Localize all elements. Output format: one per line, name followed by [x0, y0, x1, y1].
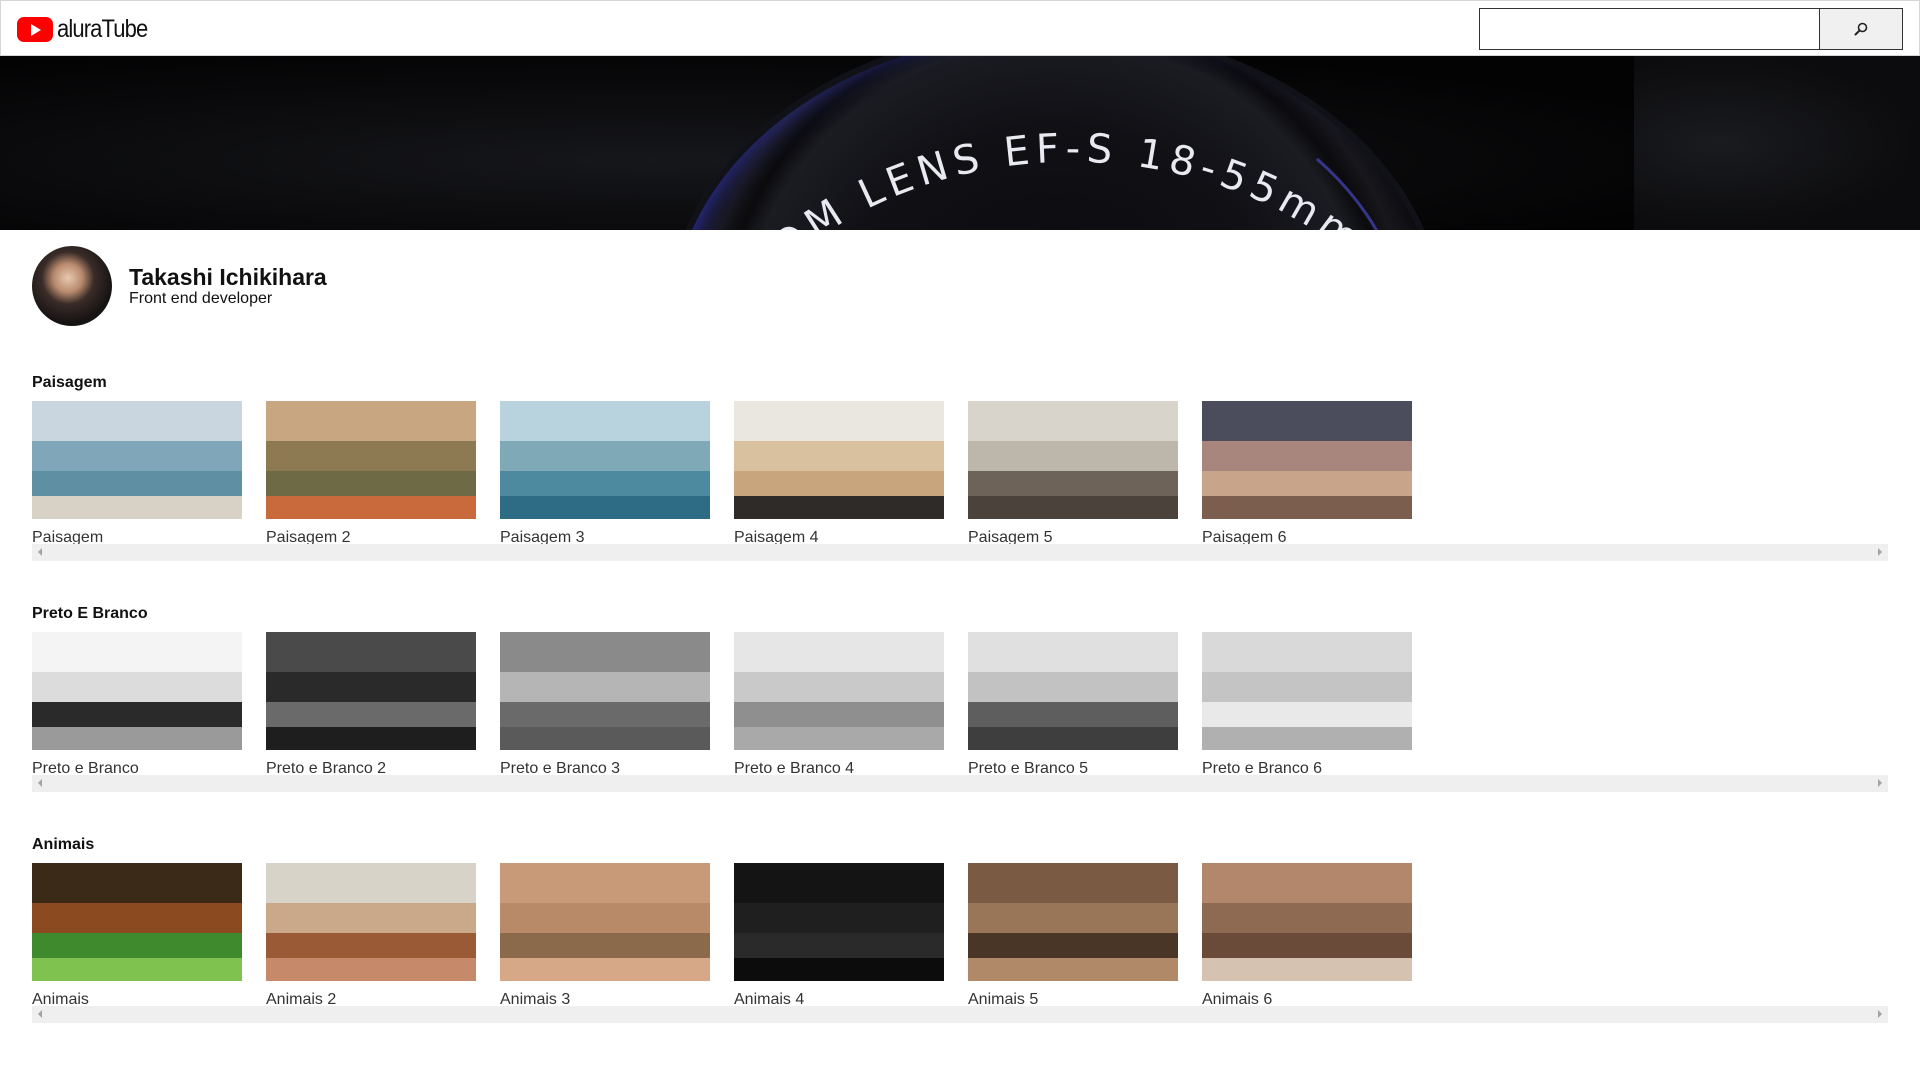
video-thumbnail[interactable]	[1202, 401, 1412, 519]
video-thumbnail[interactable]	[734, 863, 944, 981]
video-thumbnail[interactable]	[968, 401, 1178, 519]
video-card[interactable]: Paisagem 4	[734, 401, 944, 546]
video-card[interactable]: Paisagem 6	[1202, 401, 1412, 546]
scroll-left-icon[interactable]	[38, 548, 42, 556]
video-card[interactable]: Animais 2	[266, 863, 476, 1008]
profile-name: Takashi Ichikihara	[129, 264, 327, 290]
video-thumbnail[interactable]	[1202, 632, 1412, 750]
top-header: aluraTube	[0, 0, 1920, 56]
video-list: Preto e Branco Preto e Branco 2 Preto e …	[32, 632, 1888, 778]
video-thumbnail[interactable]	[266, 863, 476, 981]
video-thumbnail[interactable]	[1202, 863, 1412, 981]
avatar	[32, 246, 112, 326]
search-button[interactable]	[1819, 8, 1903, 50]
search-input[interactable]	[1479, 8, 1819, 50]
video-thumbnail[interactable]	[266, 632, 476, 750]
video-thumbnail[interactable]	[968, 632, 1178, 750]
logo-text: aluraTube	[57, 14, 148, 43]
video-card[interactable]: Animais 4	[734, 863, 944, 1008]
scroll-right-icon[interactable]	[1878, 779, 1882, 787]
video-thumbnail[interactable]	[500, 632, 710, 750]
app-logo[interactable]: aluraTube	[17, 15, 160, 43]
video-card[interactable]: Preto e Branco 6	[1202, 632, 1412, 777]
video-thumbnail[interactable]	[32, 632, 242, 750]
svg-text:ZOOM LENS EF-S 18-55mm 1:3: ZOOM LENS EF-S 18-55mm 1:3	[0, 56, 1389, 230]
horizontal-scrollbar[interactable]	[32, 775, 1888, 792]
search-icon	[1854, 22, 1868, 36]
scroll-left-icon[interactable]	[38, 779, 42, 787]
scroll-right-icon[interactable]	[1878, 548, 1882, 556]
video-card[interactable]: Preto e Branco 2	[266, 632, 476, 777]
horizontal-scrollbar[interactable]	[32, 1006, 1888, 1023]
section-title: Paisagem	[32, 374, 107, 391]
profile-role: Front end developer	[129, 290, 273, 307]
video-thumbnail[interactable]	[734, 401, 944, 519]
section-title: Animais	[32, 836, 95, 853]
video-card[interactable]: Preto e Branco 3	[500, 632, 710, 777]
video-thumbnail[interactable]	[734, 632, 944, 750]
section-title: Preto E Branco	[32, 605, 148, 622]
scroll-left-icon[interactable]	[38, 1010, 42, 1018]
section-paisagem: Paisagem Paisagem Paisagem 2 Paisagem 3 …	[32, 374, 1888, 564]
video-card[interactable]: Paisagem 3	[500, 401, 710, 546]
section-preto-e-branco: Preto E Branco Preto e Branco Preto e Br…	[32, 605, 1888, 795]
video-thumbnail[interactable]	[32, 863, 242, 981]
lens-text: ZOOM LENS EF-S 18-55mm 1:3	[0, 56, 1383, 230]
scroll-right-icon[interactable]	[1878, 1010, 1882, 1018]
video-card[interactable]: Paisagem 5	[968, 401, 1178, 546]
video-card[interactable]: Animais 6	[1202, 863, 1412, 1008]
video-thumbnail[interactable]	[266, 401, 476, 519]
video-card[interactable]: Preto e Branco 5	[968, 632, 1178, 777]
play-icon	[17, 16, 53, 42]
section-animais: Animais Animais Animais 2 Animais 3 Anim…	[32, 836, 1888, 1026]
video-list: Animais Animais 2 Animais 3 Animais 4 An…	[32, 863, 1888, 1009]
video-thumbnail[interactable]	[500, 863, 710, 981]
video-thumbnail[interactable]	[32, 401, 242, 519]
video-card[interactable]: Preto e Branco	[32, 632, 242, 777]
video-card[interactable]: Animais 5	[968, 863, 1178, 1008]
video-thumbnail[interactable]	[500, 401, 710, 519]
video-thumbnail[interactable]	[968, 863, 1178, 981]
horizontal-scrollbar[interactable]	[32, 544, 1888, 561]
video-card[interactable]: Animais	[32, 863, 242, 1008]
video-card[interactable]: Paisagem 2	[266, 401, 476, 546]
video-card[interactable]: Paisagem	[32, 401, 242, 546]
profile-banner: ZOOM LENS EF-S 18-55mm 1:3	[0, 56, 1920, 230]
video-card[interactable]: Animais 3	[500, 863, 710, 1008]
video-list: Paisagem Paisagem 2 Paisagem 3 Paisagem …	[32, 401, 1888, 547]
video-card[interactable]: Preto e Branco 4	[734, 632, 944, 777]
search-bar	[1479, 8, 1903, 50]
lens-text-graphic: ZOOM LENS EF-S 18-55mm 1:3	[0, 56, 1389, 230]
